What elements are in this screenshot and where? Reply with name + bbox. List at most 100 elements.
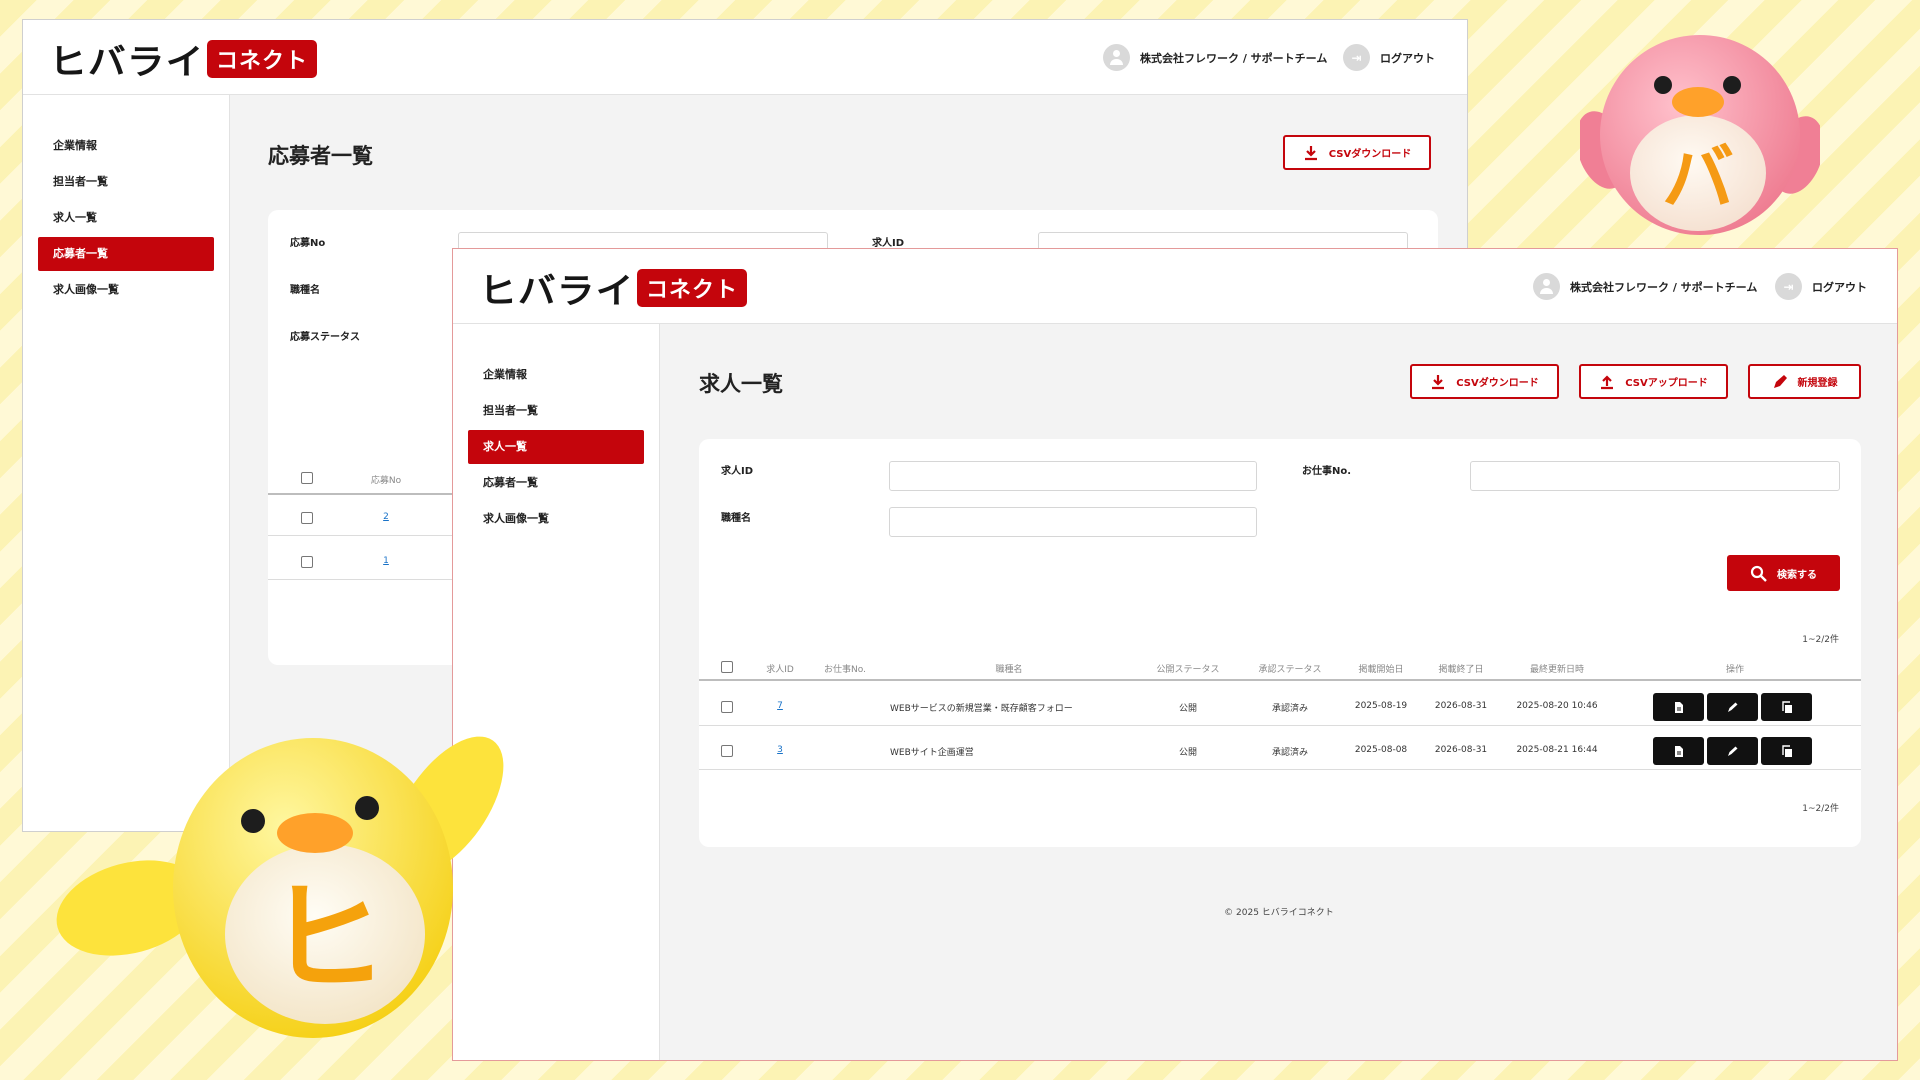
row-checkbox[interactable] (721, 701, 733, 713)
sidebar-item-jobs[interactable]: 求人一覧 (468, 430, 644, 464)
user-icon (1103, 44, 1130, 71)
download-icon (1432, 374, 1445, 389)
sidebar-item-staff[interactable]: 担当者一覧 (468, 394, 644, 428)
csv-download-label: CSVダウンロード (1456, 378, 1539, 389)
pink-bird-mascot: バ (1580, 35, 1820, 235)
new-register-label: 新規登録 (1797, 378, 1838, 389)
sidebar-item-company[interactable]: 企業情報 (468, 358, 644, 392)
back-sidebar: 企業情報 担当者一覧 求人一覧 応募者一覧 求人画像一覧 (23, 95, 230, 831)
csv-upload-button[interactable]: CSVアップロード (1579, 364, 1728, 399)
company-name: 株式会社フレワーク / サポートチーム (1570, 280, 1758, 294)
row-checkbox[interactable] (301, 556, 313, 568)
csv-download-button[interactable]: CSVダウンロード (1410, 364, 1559, 399)
document-icon (1674, 701, 1683, 713)
copy-icon (1781, 700, 1792, 713)
col-end-date: 掲載終了日 (1438, 665, 1484, 675)
yellow-mascot-letter: ヒ (267, 870, 387, 1009)
user-icon (1533, 273, 1560, 300)
result-count-top: 1~2/2件 (1802, 635, 1839, 645)
logout-button[interactable]: ⇥ ログアウト (1343, 44, 1435, 71)
user-menu[interactable]: 株式会社フレワーク / サポートチーム (1533, 273, 1757, 300)
end-date-cell: 2026-08-31 (1434, 745, 1488, 755)
logout-button[interactable]: ⇥ ログアウト (1775, 273, 1867, 300)
user-menu[interactable]: 株式会社フレワーク / サポートチーム (1103, 44, 1327, 71)
col-public-status: 公開ステータス (1156, 665, 1220, 675)
edit-button[interactable] (1707, 693, 1758, 721)
yellow-bird-mascot: ヒ (56, 736, 504, 1038)
sidebar-item-company[interactable]: 企業情報 (38, 129, 214, 163)
job-id-input[interactable] (889, 461, 1257, 491)
table-header-divider (699, 679, 1861, 681)
csv-download-button[interactable]: CSVダウンロード (1283, 135, 1431, 170)
select-all-checkbox[interactable] (721, 661, 733, 673)
logo-badge: コネクト (207, 40, 318, 78)
apply-no-link[interactable]: 1 (383, 556, 389, 566)
col-apply-no: 応募No (370, 476, 402, 486)
logo-text: ヒバライ (479, 271, 635, 312)
logo-text: ヒバライ (49, 42, 205, 83)
job-id-link[interactable]: 7 (777, 701, 783, 711)
sidebar-item-staff[interactable]: 担当者一覧 (38, 165, 214, 199)
row-divider (699, 725, 1861, 726)
download-icon (1304, 145, 1317, 160)
csv-upload-label: CSVアップロード (1625, 378, 1708, 389)
front-header: ヒバライ コネクト 株式会社フレワーク / サポートチーム ⇥ ログアウト (453, 249, 1897, 324)
pencil-icon (1727, 702, 1737, 712)
sidebar-item-job-images[interactable]: 求人画像一覧 (468, 502, 644, 536)
result-count-bottom: 1~2/2件 (1802, 804, 1839, 814)
row-checkbox[interactable] (301, 512, 313, 524)
copy-button[interactable] (1761, 737, 1812, 765)
apply-status-label: 応募ステータス (290, 332, 360, 343)
logout-label: ログアウト (1812, 280, 1867, 294)
job-search-card: 求人ID お仕事No. 職種名 検索する 1~2/2件 求人ID お仕事No. … (699, 439, 1861, 847)
row-checkbox[interactable] (721, 745, 733, 757)
job-type-input[interactable] (889, 507, 1257, 537)
job-id-label: 求人ID (872, 238, 905, 249)
approval-status-cell: 承認済み (1271, 748, 1309, 758)
approval-status-cell: 承認済み (1271, 704, 1309, 714)
logout-icon: ⇥ (1775, 273, 1802, 300)
public-status-cell: 公開 (1178, 748, 1198, 758)
company-name: 株式会社フレワーク / サポートチーム (1140, 51, 1328, 65)
csv-download-label: CSVダウンロード (1328, 149, 1412, 160)
job-type-cell: WEBサイト企画運営 (890, 748, 974, 758)
edit-button[interactable] (1707, 737, 1758, 765)
updated-at-cell: 2025-08-20 10:46 (1516, 701, 1598, 711)
copy-button[interactable] (1761, 693, 1812, 721)
sidebar-item-applicants[interactable]: 応募者一覧 (38, 237, 214, 271)
select-all-checkbox[interactable] (301, 472, 313, 484)
public-status-cell: 公開 (1178, 704, 1198, 714)
col-job-id: 求人ID (766, 665, 794, 675)
job-type-label: 職種名 (290, 285, 320, 296)
sidebar-item-job-images[interactable]: 求人画像一覧 (38, 273, 214, 307)
logout-icon: ⇥ (1343, 44, 1370, 71)
search-button[interactable]: 検索する (1727, 555, 1840, 591)
end-date-cell: 2026-08-31 (1434, 701, 1488, 711)
upload-icon (1601, 374, 1614, 389)
new-register-button[interactable]: 新規登録 (1748, 364, 1861, 399)
logout-label: ログアウト (1380, 51, 1435, 65)
sidebar-item-applicants[interactable]: 応募者一覧 (468, 466, 644, 500)
col-updated-at: 最終更新日時 (1529, 665, 1585, 675)
preview-button[interactable] (1653, 737, 1704, 765)
front-window: ヒバライ コネクト 株式会社フレワーク / サポートチーム ⇥ ログアウト 企業… (452, 248, 1898, 1061)
start-date-cell: 2025-08-08 (1354, 745, 1408, 755)
pink-mascot-letter: バ (1662, 136, 1734, 220)
sidebar-item-jobs[interactable]: 求人一覧 (38, 201, 214, 235)
logo-badge: コネクト (637, 269, 748, 307)
brand-logo[interactable]: ヒバライ コネクト (479, 269, 748, 312)
back-header: ヒバライ コネクト 株式会社フレワーク / サポートチーム ⇥ ログアウト (23, 20, 1467, 95)
job-type-cell: WEBサービスの新規営業・既存顧客フォロー (890, 704, 1073, 714)
job-id-link[interactable]: 3 (777, 745, 783, 755)
copy-icon (1781, 744, 1792, 757)
apply-no-link[interactable]: 2 (383, 512, 389, 522)
work-no-input[interactable] (1470, 461, 1840, 491)
col-actions: 操作 (1725, 665, 1745, 675)
work-no-label: お仕事No. (1302, 466, 1352, 477)
job-id-label: 求人ID (721, 466, 754, 477)
row-divider (699, 769, 1861, 770)
apply-no-label: 応募No (290, 238, 326, 249)
search-icon (1750, 565, 1767, 582)
brand-logo[interactable]: ヒバライ コネクト (49, 40, 318, 83)
preview-button[interactable] (1653, 693, 1704, 721)
